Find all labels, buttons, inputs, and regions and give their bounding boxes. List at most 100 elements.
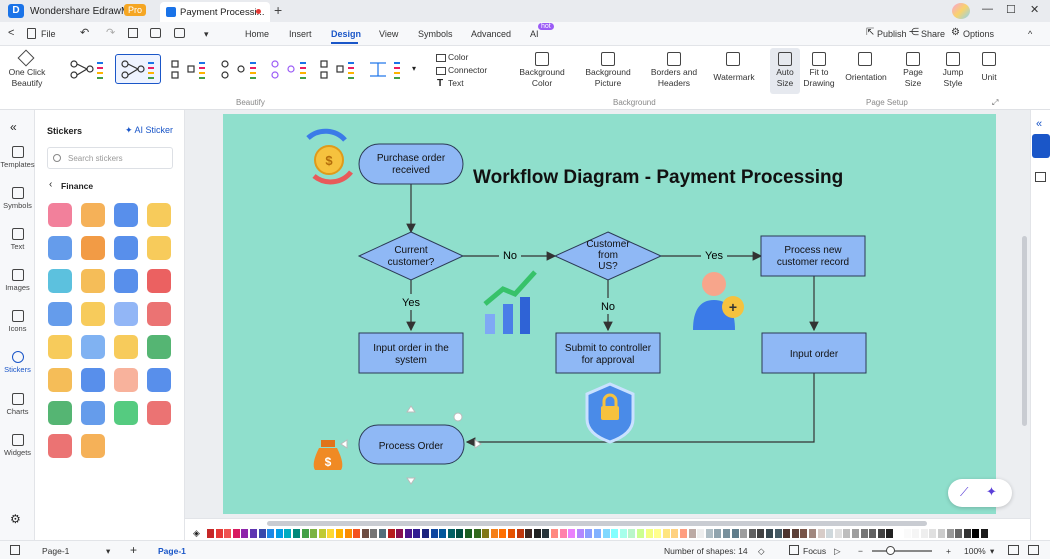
color-swatch[interactable] xyxy=(310,529,318,538)
finance-sticker-item[interactable] xyxy=(147,302,171,326)
finance-sticker-item[interactable] xyxy=(48,401,72,425)
color-swatch[interactable] xyxy=(525,529,533,538)
color-swatch[interactable] xyxy=(920,529,928,538)
minimize-button[interactable]: — xyxy=(982,3,993,15)
color-swatch[interactable] xyxy=(559,529,567,538)
more-styles-chevron-icon[interactable]: ▾ xyxy=(412,64,416,73)
zoom-slider-handle[interactable] xyxy=(886,546,895,555)
zoom-in-icon[interactable]: + xyxy=(946,546,951,556)
color-swatch[interactable] xyxy=(516,529,524,538)
finance-sticker-item[interactable] xyxy=(114,368,138,392)
color-dropdown[interactable]: Color xyxy=(448,52,468,63)
color-swatch[interactable] xyxy=(903,529,911,538)
finance-sticker-item[interactable] xyxy=(81,335,105,359)
finance-sticker-item[interactable] xyxy=(48,269,72,293)
color-swatch[interactable] xyxy=(293,529,300,538)
finance-sticker-item[interactable] xyxy=(147,269,171,293)
format-panel-tab[interactable] xyxy=(1032,134,1050,158)
color-swatch[interactable] xyxy=(972,529,980,538)
magic-wand-icon[interactable]: ⟋ xyxy=(960,485,968,500)
rail-stickers[interactable]: Stickers xyxy=(0,351,35,374)
color-swatch[interactable] xyxy=(912,529,920,538)
export-icon[interactable] xyxy=(174,28,185,38)
fullscreen-icon[interactable] xyxy=(1028,545,1039,555)
finance-sticker-item[interactable] xyxy=(48,302,72,326)
ai-sparkle-icon[interactable]: ✦ xyxy=(986,484,997,500)
color-swatch[interactable] xyxy=(499,529,507,538)
auto-size-button[interactable]: Auto Size xyxy=(770,48,800,94)
back-chevron-icon[interactable]: ‹ xyxy=(49,179,52,190)
color-swatch[interactable] xyxy=(447,529,455,538)
rail-icons[interactable]: Icons xyxy=(0,310,35,333)
save-icon[interactable] xyxy=(128,28,138,38)
finance-sticker-item[interactable] xyxy=(48,335,72,359)
color-swatch[interactable] xyxy=(869,529,877,538)
growth-chart-sticker[interactable] xyxy=(483,270,537,334)
finance-sticker-item[interactable] xyxy=(48,434,72,458)
color-swatch[interactable] xyxy=(327,529,335,538)
finance-sticker-item[interactable] xyxy=(48,236,72,260)
add-page-button[interactable]: + xyxy=(130,543,137,557)
color-swatch[interactable] xyxy=(637,529,644,538)
color-swatch[interactable] xyxy=(387,529,395,538)
finance-sticker-item[interactable] xyxy=(81,434,105,458)
finance-sticker-item[interactable] xyxy=(81,302,105,326)
color-swatch[interactable] xyxy=(886,529,894,538)
color-swatch[interactable] xyxy=(465,529,472,538)
color-swatch[interactable] xyxy=(843,529,851,538)
finance-sticker-item[interactable] xyxy=(147,335,171,359)
color-swatch[interactable] xyxy=(654,529,662,538)
finance-sticker-item[interactable] xyxy=(147,368,171,392)
diagram-page[interactable]: No Yes Yes No Purchase order received Cu… xyxy=(223,114,996,514)
color-swatch[interactable] xyxy=(809,529,816,538)
color-swatch[interactable] xyxy=(258,529,266,538)
layers-icon[interactable]: ◇ xyxy=(758,546,765,557)
color-swatch[interactable] xyxy=(757,529,765,538)
rail-templates[interactable]: Templates xyxy=(0,146,35,169)
color-swatch[interactable] xyxy=(275,529,283,538)
maximize-button[interactable]: ☐ xyxy=(1006,3,1016,16)
color-swatch[interactable] xyxy=(662,529,670,538)
color-swatch[interactable] xyxy=(422,529,429,538)
color-swatch[interactable] xyxy=(318,529,326,538)
color-swatch[interactable] xyxy=(379,529,386,538)
color-swatch[interactable] xyxy=(611,529,619,538)
ai-assistant-button[interactable]: ⟋ ✦ xyxy=(948,479,1012,507)
tab-insert[interactable]: Insert xyxy=(289,29,312,39)
close-window-button[interactable]: ✕ xyxy=(1030,3,1039,16)
background-color-button[interactable]: Background Color xyxy=(514,67,570,89)
color-swatch[interactable] xyxy=(404,529,412,538)
color-swatch[interactable] xyxy=(267,529,275,538)
finance-sticker-item[interactable] xyxy=(81,368,105,392)
book-view-icon[interactable] xyxy=(1008,545,1019,555)
color-swatch[interactable] xyxy=(430,529,438,538)
rail-text[interactable]: Text xyxy=(0,228,35,251)
finance-sticker-item[interactable] xyxy=(81,401,105,425)
color-swatch[interactable] xyxy=(232,529,240,538)
zoom-out-icon[interactable]: − xyxy=(858,546,863,556)
color-swatch[interactable] xyxy=(413,529,421,538)
jump-style-button[interactable]: Jump Style xyxy=(936,67,970,89)
color-swatch[interactable] xyxy=(774,529,782,538)
node-purchase-order[interactable] xyxy=(358,143,464,185)
color-swatch[interactable] xyxy=(705,529,713,538)
page-dropdown-chevron-icon[interactable]: ▾ xyxy=(106,546,110,557)
color-swatch[interactable] xyxy=(473,529,481,538)
finance-sticker-item[interactable] xyxy=(114,335,138,359)
pages-icon[interactable] xyxy=(10,545,20,555)
color-swatch[interactable] xyxy=(731,529,739,538)
color-swatch[interactable] xyxy=(551,529,558,538)
color-swatch[interactable] xyxy=(834,529,842,538)
page-setup-expand-icon[interactable]: ⤢ xyxy=(992,98,998,108)
share-button[interactable]: Share xyxy=(921,29,945,39)
page-size-button[interactable]: Page Size xyxy=(896,67,930,89)
color-swatch[interactable] xyxy=(585,529,593,538)
undo-icon[interactable]: ↶ xyxy=(80,26,89,39)
collapse-panel-icon[interactable]: « xyxy=(10,120,17,134)
zoom-slider[interactable] xyxy=(872,550,932,552)
color-swatch[interactable] xyxy=(628,529,636,538)
finance-sticker-item[interactable] xyxy=(81,203,105,227)
borders-headers-button[interactable]: Borders and Headers xyxy=(646,67,702,89)
more-quick-icon[interactable]: ▾ xyxy=(204,29,209,40)
color-swatch[interactable] xyxy=(576,529,584,538)
